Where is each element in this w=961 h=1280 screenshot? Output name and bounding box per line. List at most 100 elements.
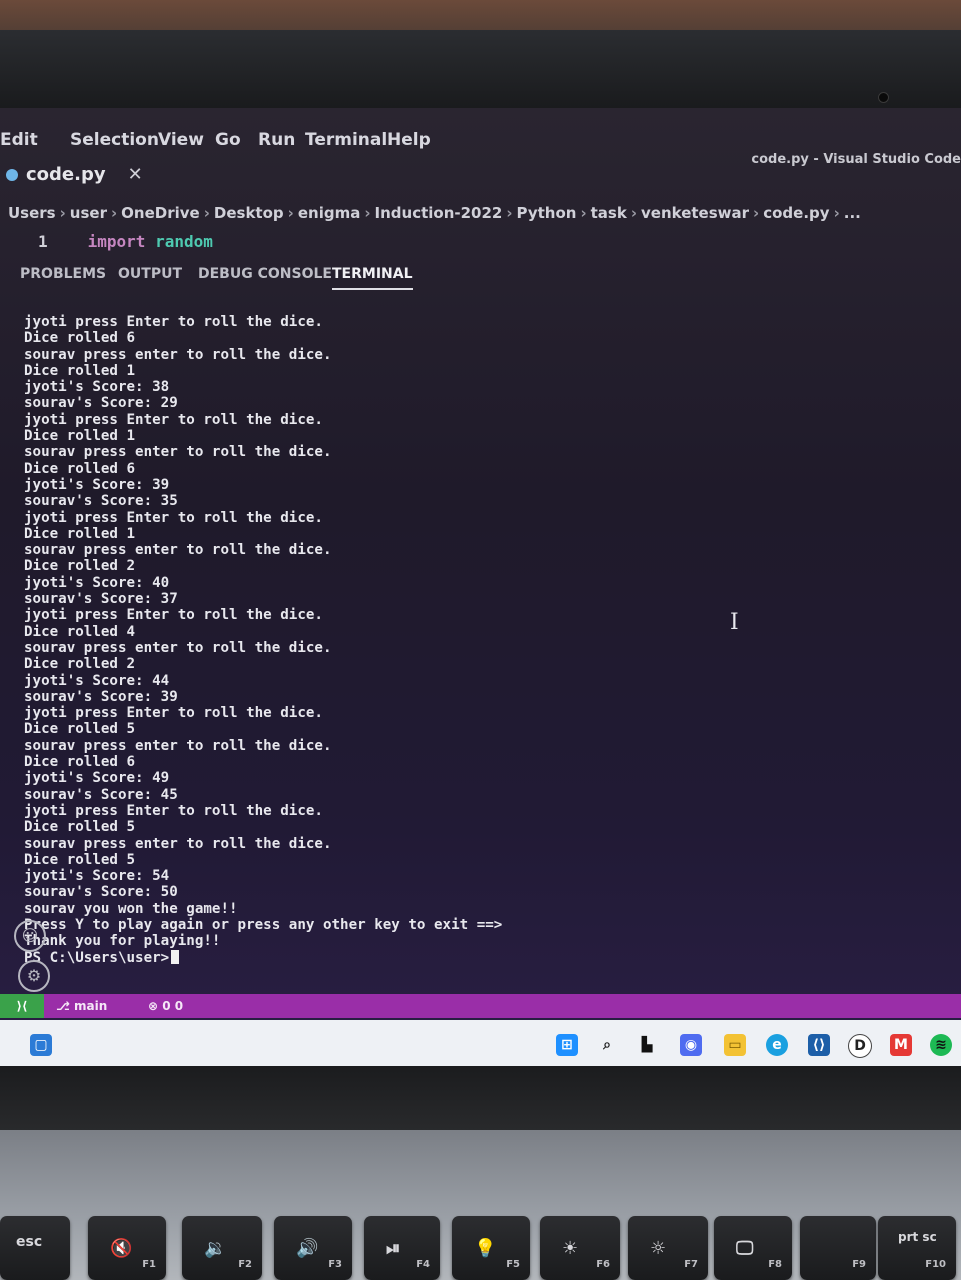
terminal-cursor (171, 949, 180, 964)
chevron-right-icon: › (630, 204, 638, 222)
volume-up-icon: 🔊 (296, 1238, 319, 1259)
editor-tab-code-py[interactable]: code.py ✕ (6, 164, 143, 192)
terminal-line: jyoti press Enter to roll the dice. (24, 314, 323, 330)
terminal-line: Dice rolled 1 (24, 525, 136, 542)
breadcrumb-item[interactable]: Python (517, 204, 577, 222)
remote-indicator-icon[interactable]: ⟩⟨ (0, 994, 44, 1018)
terminal-prompt[interactable]: PS C:\Users\user> (24, 949, 744, 966)
f6-key[interactable]: ☀ F6 (540, 1216, 620, 1280)
vscode-icon[interactable]: ⟨⟩ (808, 1034, 830, 1056)
file-explorer-icon[interactable]: ▭ (724, 1034, 746, 1056)
f5-key[interactable]: 💡 F5 (452, 1216, 530, 1280)
terminal-line: jyoti's Score: 44 (24, 672, 170, 689)
f1-key[interactable]: 🔇 F1 (88, 1216, 166, 1280)
menu-selection[interactable]: Selection (70, 130, 159, 150)
terminal-line: sourav press enter to roll the dice. (24, 444, 332, 461)
f3-key[interactable]: 🔊 F3 (274, 1216, 352, 1280)
terminal-line: sourav press enter to roll the dice. (24, 835, 332, 852)
menu-run[interactable]: Run (258, 130, 295, 150)
terminal-line: sourav press enter to roll the dice. (24, 346, 332, 363)
terminal-line: jyoti's Score: 54 (24, 868, 170, 885)
tab-terminal[interactable]: TERMINAL (332, 266, 413, 290)
breadcrumb-item[interactable]: Induction-2022 (375, 204, 503, 222)
chevron-right-icon: › (203, 204, 210, 222)
menu-help[interactable]: Help (387, 130, 431, 150)
gear-icon[interactable]: ⚙ (18, 960, 50, 992)
breadcrumb-item[interactable]: enigma (298, 204, 360, 222)
close-icon[interactable]: ✕ (128, 164, 143, 185)
volume-down-icon: 🔉 (204, 1238, 227, 1259)
branch-icon: ⎇ (56, 999, 75, 1013)
breadcrumb-item[interactable]: code.py (763, 204, 829, 222)
menu-terminal[interactable]: Terminal (305, 130, 387, 150)
chevron-right-icon: › (364, 204, 371, 222)
terminal-line: Dice rolled 2 (24, 558, 136, 575)
breadcrumb-item[interactable]: OneDrive (121, 204, 200, 222)
breadcrumb-item[interactable]: venketeswar (641, 204, 749, 222)
terminal-line: Dice rolled 6 (24, 754, 136, 771)
spotify-icon[interactable]: ≋ (930, 1034, 952, 1056)
terminal-line: sourav's Score: 37 (24, 591, 178, 608)
chevron-right-icon: › (287, 204, 294, 222)
terminal-line: sourav you won the game!! (24, 900, 238, 917)
terminal-line: jyoti's Score: 38 (24, 379, 170, 396)
f8-key[interactable]: 🖵 F8 (714, 1216, 792, 1280)
code-module: random (155, 232, 213, 251)
tab-problems[interactable]: PROBLEMS (20, 266, 106, 282)
terminal-line: Dice rolled 6 (24, 460, 136, 477)
prtsc-key[interactable]: prt sc F10 (878, 1216, 956, 1280)
f4-key[interactable]: ⏯ F4 (364, 1216, 440, 1280)
webcam (878, 92, 889, 103)
menu-go[interactable]: Go (215, 130, 241, 150)
problems-indicator[interactable]: ⊗ 0 0 (148, 999, 183, 1013)
f7-key[interactable]: ☼ F7 (628, 1216, 708, 1280)
terminal-line: jyoti's Score: 49 (24, 770, 170, 787)
terminal-line: jyoti's Score: 40 (24, 574, 170, 591)
keyboard-backlight-icon: 💡 (474, 1238, 497, 1259)
menu-edit[interactable]: Edit (0, 130, 38, 150)
laptop-screen: Edit Selection View Go Run Terminal Help… (0, 108, 961, 1070)
terminal-line: Dice rolled 5 (24, 851, 136, 868)
task-view-icon[interactable]: ▙ (636, 1034, 658, 1056)
menu-view[interactable]: View (158, 130, 204, 150)
laptop-bezel-bottom (0, 1066, 961, 1136)
git-branch[interactable]: ⎇ main (56, 999, 107, 1013)
esc-key[interactable]: esc (0, 1216, 70, 1280)
text-cursor-icon: I (730, 610, 739, 635)
terminal-line: Dice rolled 6 (24, 330, 136, 347)
breadcrumb-item[interactable]: Desktop (214, 204, 284, 222)
error-icon: ⊗ (148, 999, 163, 1013)
terminal-line: sourav press enter to roll the dice. (24, 542, 332, 559)
f9-key[interactable]: F9 (800, 1216, 876, 1280)
account-icon[interactable]: ☺ (14, 920, 46, 952)
breadcrumb-item[interactable]: ... (844, 204, 861, 222)
breadcrumb-item[interactable]: Users (8, 204, 56, 222)
breadcrumb-item[interactable]: user (70, 204, 107, 222)
tab-output[interactable]: OUTPUT (118, 266, 182, 282)
line-number: 1 (38, 232, 48, 251)
breadcrumb-item[interactable]: task (591, 204, 627, 222)
branch-name: main (74, 999, 108, 1013)
laptop-bezel-top (0, 30, 961, 120)
terminal-line: Dice rolled 5 (24, 721, 136, 738)
terminal-line: sourav press enter to roll the dice. (24, 737, 332, 754)
terminal-line: jyoti press Enter to roll the dice. (24, 705, 323, 722)
code-keyword: import (87, 232, 146, 251)
mcafee-icon[interactable]: M (890, 1034, 912, 1056)
tab-debug-console[interactable]: DEBUG CONSOLE (198, 266, 332, 282)
f2-key[interactable]: 🔉 F2 (182, 1216, 262, 1280)
chevron-right-icon: › (753, 204, 760, 222)
play-pause-icon: ⏯ (386, 1238, 401, 1259)
edge-icon[interactable]: e (766, 1034, 788, 1056)
prompt-text: PS C:\Users\user> (24, 949, 170, 966)
search-icon[interactable]: ⌕ (596, 1034, 618, 1056)
code-line[interactable]: 1 import random (38, 232, 213, 251)
display-switch-icon: 🖵 (736, 1238, 754, 1259)
start-icon[interactable]: ⊞ (556, 1034, 578, 1056)
chat-icon[interactable]: ◉ (680, 1034, 702, 1056)
terminal-line: Dice rolled 5 (24, 819, 136, 836)
dell-icon[interactable]: D (848, 1034, 872, 1058)
widgets-icon[interactable]: ▢ (30, 1034, 52, 1056)
terminal-line: sourav press enter to roll the dice. (24, 639, 332, 656)
terminal-output[interactable]: jyoti press Enter to roll the dice. Dice … (24, 314, 744, 1004)
